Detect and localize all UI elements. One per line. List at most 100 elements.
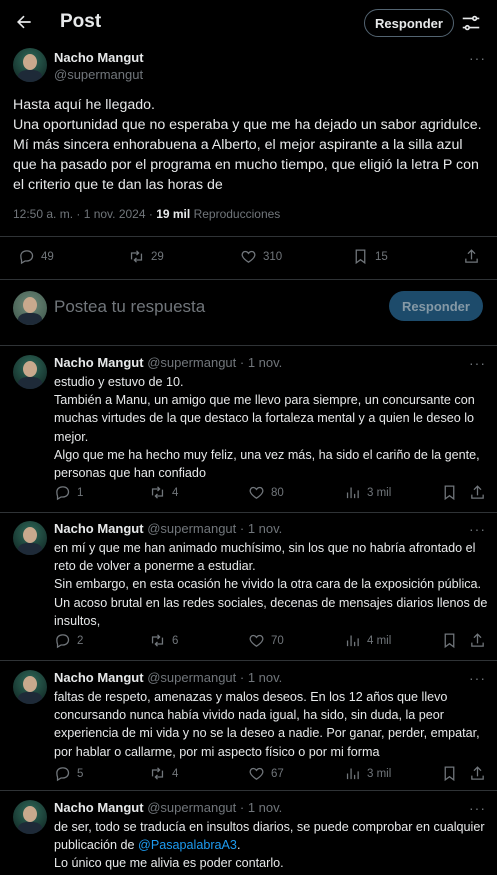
post-text-line: Una oportunidad que no esperaba y que me… <box>13 117 482 193</box>
reply-avatar[interactable] <box>13 800 47 834</box>
repost-action[interactable]: 4 <box>149 765 178 782</box>
like-action[interactable]: 67 <box>248 765 284 782</box>
reply-author-handle[interactable]: @supermangut <box>147 800 236 815</box>
repost-count: 4 <box>172 486 179 499</box>
like-count: 67 <box>271 767 284 780</box>
share-icon <box>471 485 484 499</box>
post-actions: 49 29 310 15 <box>0 248 497 268</box>
heart-icon <box>241 250 256 263</box>
thread-reply[interactable]: Nacho Mangut @supermangut · 1 nov. ··· e… <box>0 355 497 505</box>
share-action[interactable] <box>469 484 486 501</box>
reply-action[interactable]: 2 <box>54 632 83 649</box>
post-timestamp[interactable]: 12:50 a. m. · 1 nov. 2024 · <box>13 207 156 221</box>
reply-date[interactable]: · 1 nov. <box>240 355 282 370</box>
reply-date[interactable]: · 1 nov. <box>240 800 282 815</box>
reply-header: Nacho Mangut @supermangut · 1 nov. <box>54 670 282 685</box>
heart-icon <box>249 634 264 647</box>
reply-author-handle[interactable]: @supermangut <box>147 670 236 685</box>
bookmark-action[interactable] <box>441 765 458 782</box>
repost-action[interactable]: 29 <box>128 248 164 265</box>
more-options-icon[interactable]: ··· <box>469 50 486 66</box>
reply-action[interactable]: 1 <box>54 484 83 501</box>
reply-text-line: de ser, todo se traducía en insultos dia… <box>54 818 490 854</box>
reply-composer: Postea tu respuesta Responder <box>0 279 497 339</box>
reply-date[interactable]: · 1 nov. <box>240 521 282 536</box>
reply-author-name[interactable]: Nacho Mangut <box>54 521 144 536</box>
reply-icon <box>56 634 70 649</box>
bookmark-action[interactable] <box>441 632 458 649</box>
views-count: 3 mil <box>367 486 392 499</box>
reply-author-name[interactable]: Nacho Mangut <box>54 800 144 815</box>
back-arrow-icon[interactable] <box>12 10 36 34</box>
divider <box>0 236 497 237</box>
bookmark-action[interactable] <box>441 484 458 501</box>
more-options-icon[interactable]: ··· <box>469 670 486 686</box>
repost-count: 4 <box>172 767 179 780</box>
bookmark-count: 15 <box>375 250 388 263</box>
thread-reply[interactable]: Nacho Mangut @supermangut · 1 nov. ··· e… <box>0 521 497 661</box>
reply-author-handle[interactable]: @supermangut <box>147 355 236 370</box>
like-action[interactable]: 80 <box>248 484 284 501</box>
reply-date[interactable]: · 1 nov. <box>240 670 282 685</box>
divider <box>0 345 497 346</box>
reply-author-handle[interactable]: @supermangut <box>147 521 236 536</box>
mention-link[interactable]: @PasapalabraA3 <box>138 838 237 852</box>
bookmark-icon <box>355 249 366 265</box>
reply-actions: 2 6 70 4 mil <box>0 632 497 652</box>
views-action[interactable]: 3 mil <box>344 765 391 782</box>
bookmark-icon <box>444 633 455 649</box>
settings-sliders-icon[interactable] <box>460 12 482 34</box>
repost-icon <box>130 250 143 263</box>
reply-avatar[interactable] <box>13 670 47 704</box>
divider <box>0 660 497 661</box>
reply-submit-button[interactable]: Responder <box>389 291 483 321</box>
views-label: Reproducciones <box>190 207 281 221</box>
repost-action[interactable]: 4 <box>149 484 178 501</box>
analytics-icon <box>346 487 359 499</box>
views-action[interactable]: 3 mil <box>344 484 391 501</box>
more-options-icon[interactable]: ··· <box>469 800 486 816</box>
reply-action[interactable]: 49 <box>18 248 54 265</box>
bookmark-icon <box>444 766 455 782</box>
thread-reply[interactable]: Nacho Mangut @supermangut · 1 nov. ··· f… <box>0 670 497 790</box>
reply-input[interactable]: Postea tu respuesta <box>54 297 205 317</box>
reply-text-line: Lo único que me alivia es poder contarlo… <box>54 856 284 871</box>
more-options-icon[interactable]: ··· <box>469 521 486 537</box>
views-count: 19 mil <box>156 207 191 221</box>
reply-author-name[interactable]: Nacho Mangut <box>54 355 144 370</box>
reply-text-line: estudio y estuvo de 10. <box>54 375 184 389</box>
author-name[interactable]: Nacho Mangut <box>54 50 144 65</box>
like-action[interactable]: 70 <box>248 632 284 649</box>
repost-action[interactable]: 6 <box>149 632 178 649</box>
reply-author-name[interactable]: Nacho Mangut <box>54 670 144 685</box>
views-count: 3 mil <box>367 767 392 780</box>
user-avatar <box>13 291 47 325</box>
reply-avatar[interactable] <box>13 355 47 389</box>
thread-reply[interactable]: Nacho Mangut @supermangut · 1 nov. ··· d… <box>0 800 497 875</box>
more-options-icon[interactable]: ··· <box>469 355 486 371</box>
post-text-line: Hasta aquí he llegado. <box>13 97 155 113</box>
bookmark-action[interactable]: 15 <box>352 248 388 265</box>
views-action[interactable]: 4 mil <box>344 632 391 649</box>
reply-avatar[interactable] <box>13 521 47 555</box>
share-action[interactable] <box>463 248 480 265</box>
reply-text-line: faltas de respeto, amenazas y malos dese… <box>54 690 480 759</box>
author-handle[interactable]: @supermangut <box>54 67 143 82</box>
reply-action[interactable]: 5 <box>54 765 83 782</box>
repost-icon <box>151 486 164 499</box>
repost-count: 6 <box>172 634 179 647</box>
reply-text-part: de ser, todo se traducía en insultos dia… <box>54 820 485 853</box>
reply-header-button[interactable]: Responder <box>364 9 454 37</box>
reply-header: Nacho Mangut @supermangut · 1 nov. <box>54 355 282 370</box>
repost-icon <box>151 767 164 780</box>
like-action[interactable]: 310 <box>240 248 282 265</box>
share-action[interactable] <box>469 765 486 782</box>
share-icon <box>465 249 478 263</box>
reply-count: 5 <box>77 767 84 780</box>
share-icon <box>471 766 484 780</box>
reply-actions: 1 4 80 3 mil <box>0 484 497 504</box>
share-action[interactable] <box>469 632 486 649</box>
reply-count: 2 <box>77 634 84 647</box>
author-avatar[interactable] <box>13 48 47 82</box>
reply-actions: 5 4 67 3 mil <box>0 765 497 785</box>
